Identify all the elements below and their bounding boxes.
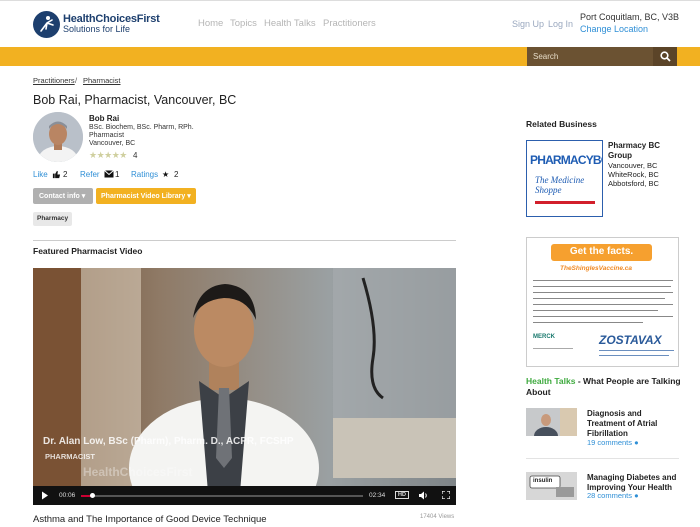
ad-brand: ZOSTAVAX [599,333,662,347]
comment-icon: ● [634,491,639,500]
related-business-heading: Related Business [526,119,597,129]
talk-comments[interactable]: 19 comments ● [587,438,639,447]
video-overlay-brand: HealthChoicesFirst [83,465,193,479]
video-current-time: 00:06 [59,492,76,499]
talk-thumbnail-label: insulin [533,478,553,484]
health-talks-heading: Health Talks - What People are Talking A… [526,376,686,398]
video-title[interactable]: Asthma and The Importance of Good Device… [33,514,267,525]
health-talks-heading-link[interactable]: Health Talks [526,376,575,386]
business-city: Vancouver, BC [608,161,658,170]
section-divider [33,240,456,241]
breadcrumb-practitioners[interactable]: Practitioners [33,76,75,85]
breadcrumb-separator: / [75,76,78,85]
profile-role: Pharmacist [89,132,125,139]
refer-link[interactable]: Refer [80,170,100,179]
business-logo-title: PHARMACYBC [530,153,603,167]
ad-banner: Get the facts. [551,244,652,261]
talk-title[interactable]: Diagnosis and Treatment of Atrial Fibril… [587,409,682,439]
nav-practitioners[interactable]: Practitioners [323,18,376,29]
profile-degrees: BSc. Biochem, BSc. Pharm, RPh. [89,124,194,131]
current-location: Port Coquitlam, BC, V3B [580,12,680,22]
featured-video-heading: Featured Pharmacist Video [33,246,143,256]
talk-title[interactable]: Managing Diabetes and Improving Your Hea… [587,473,682,493]
video-overlay-role: PHARMACIST [45,452,95,461]
business-name[interactable]: Pharmacy BC Group [608,141,678,161]
avatar [33,112,83,162]
talk-divider [526,458,679,459]
hd-toggle[interactable]: HD [395,491,409,499]
nav-topics[interactable]: Topics [230,18,257,29]
change-location-link[interactable]: Change Location [580,24,648,34]
business-logo-subtitle: The Medicine Shoppe [535,175,585,195]
video-controls: 00:06 02:34 HD [33,486,456,505]
profile-city: Vancouver, BC [89,140,136,147]
volume-icon[interactable] [419,491,429,502]
comment-icon: ● [634,438,639,447]
thumbs-up-icon [52,170,61,181]
search-button[interactable] [653,47,677,66]
envelope-icon [104,170,114,180]
profile-name: Bob Rai [89,114,120,123]
search-icon [659,51,671,62]
refer-count: 1 [115,170,120,179]
talk-comments[interactable]: 28 comments ● [587,491,639,500]
like-link[interactable]: Like [33,170,48,179]
video-player[interactable]: Dr. Alan Low, BSc (Pharm), Pharm. D., AC… [33,268,456,505]
video-overlay-name: Dr. Alan Low, BSc (Pharm), Pharm. D., AC… [43,436,294,447]
breadcrumb-pharmacist[interactable]: Pharmacist [83,76,121,85]
rating-count: 4 [133,151,138,160]
talk-thumbnail[interactable] [526,408,577,436]
nav-home[interactable]: Home [198,18,223,29]
talk-thumbnail[interactable]: insulin [526,472,577,500]
ratings-count: 2 [174,170,179,179]
business-logo-bar [535,201,595,204]
site-logo[interactable]: HealthChoicesFirst Solutions for Life [33,10,160,38]
top-header: HealthChoicesFirst Solutions for Life Ho… [0,0,700,47]
talk-comments-count: 28 comments [587,491,633,500]
business-logo[interactable]: PHARMACYBC The Medicine Shoppe [526,140,603,217]
video-library-button[interactable]: Pharmacist Video Library ▾ [96,188,196,204]
contact-info-button[interactable]: Contact info ▾ [33,188,93,204]
zostavax-ad[interactable]: Get the facts. TheShinglesVaccine.ca MER… [526,237,679,367]
sign-up-link[interactable]: Sign Up [512,19,544,29]
pharmacy-tag[interactable]: Pharmacy [33,212,73,226]
logo-mark-icon [33,10,60,38]
like-count: 2 [63,170,68,179]
logo-tagline: Solutions for Life [63,24,131,34]
talk-comments-count: 19 comments [587,438,633,447]
video-scrub-handle[interactable] [90,493,96,498]
log-in-link[interactable]: Log In [548,19,573,29]
business-city: Abbotsford, BC [608,179,659,188]
ad-sponsor: MERCK [533,334,555,340]
ratings-link[interactable]: Ratings [131,170,158,179]
video-views: 17404 Views [420,514,455,520]
video-progress-track[interactable] [81,495,363,497]
video-total-time: 02:34 [369,492,386,499]
logo-name: HealthChoicesFirst [63,13,160,25]
page-title: Bob Rai, Pharmacist, Vancouver, BC [33,93,237,107]
rating-stars[interactable]: ★★★★★ [89,150,127,161]
business-city: WhiteRock, BC [608,170,659,179]
star-icon: ★ [162,170,170,179]
play-icon[interactable] [41,491,49,502]
nav-health-talks[interactable]: Health Talks [264,18,316,29]
fullscreen-icon[interactable] [441,490,451,501]
ad-url: TheShinglesVaccine.ca [560,265,633,272]
search-input[interactable]: Search [527,47,653,66]
